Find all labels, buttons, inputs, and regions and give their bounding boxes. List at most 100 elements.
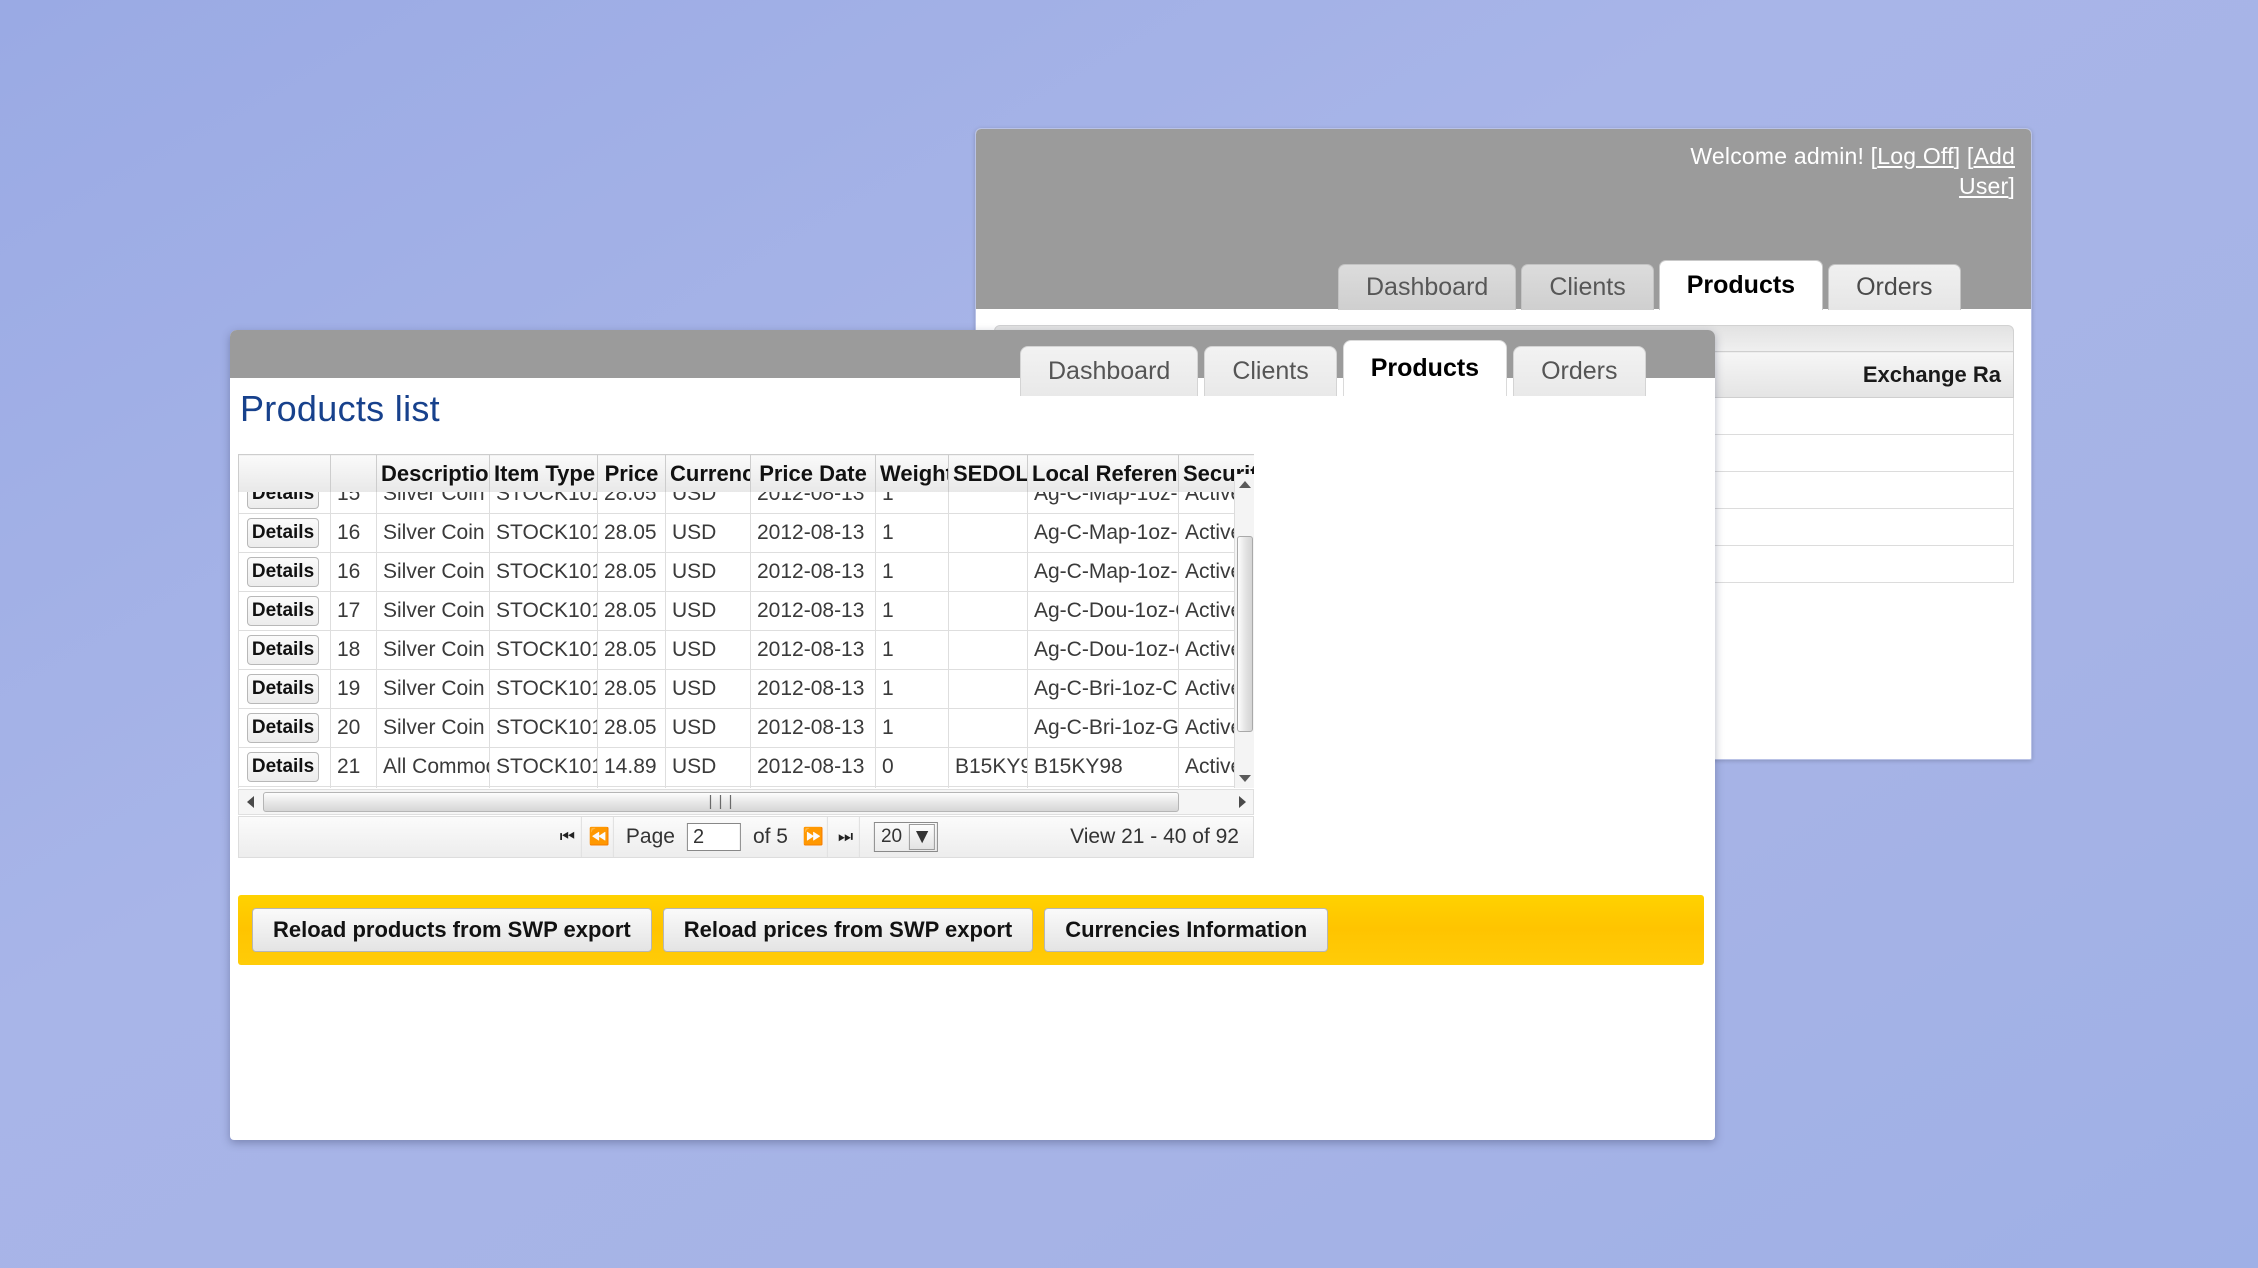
table-row[interactable]: Details 19 Silver Coin Brita STOCK1015 2…	[239, 670, 1255, 709]
last-page-icon[interactable]: ⏭	[832, 817, 860, 857]
column-item-type[interactable]: Item Type	[490, 455, 598, 493]
scroll-down-icon[interactable]	[1235, 768, 1255, 788]
details-button[interactable]: Details	[247, 635, 319, 665]
scroll-grip-icon: |||	[706, 794, 736, 811]
table-row[interactable]: Details 21 All Commoditie STOCK1018 14.8…	[239, 748, 1255, 787]
column-price[interactable]: Price	[598, 455, 666, 493]
grid-vertical-scrollbar[interactable]	[1234, 474, 1254, 788]
cell-price-date: 2012-08-13	[751, 631, 876, 670]
welcome-text: Welcome admin! [	[1690, 143, 1877, 169]
details-button[interactable]: Details	[247, 713, 319, 743]
products-grid: Details 15 Silver Coin Map STOCK1015 28.…	[238, 454, 1254, 788]
cell-currency: USD	[666, 553, 751, 592]
cell-item-type: STOCK1018	[490, 748, 598, 787]
grid-horizontal-scrollbar[interactable]: |||	[238, 789, 1254, 815]
column-description[interactable]: Description	[377, 455, 490, 493]
products-table: Details 15 Silver Coin Map STOCK1015 28.…	[238, 474, 1254, 788]
products-grid-header: Description Item Type Price Currency Pri…	[238, 454, 1254, 492]
cell-description: Silver Coin Dou	[377, 631, 490, 670]
cell-description: Silver Coin Map	[377, 553, 490, 592]
cell-price: 14.89	[598, 748, 666, 787]
cell-item-type: STOCK1015	[490, 709, 598, 748]
table-row[interactable]: Details 16 Silver Coin Map STOCK1015 28.…	[239, 514, 1255, 553]
scroll-right-icon[interactable]	[1231, 790, 1253, 814]
table-row[interactable]: Details 16 Silver Coin Map STOCK1015 28.…	[239, 553, 1255, 592]
products-list-window[interactable]: Dashboard Clients Products Orders Produc…	[230, 330, 1715, 1140]
cell-item-type: STOCK1015	[490, 631, 598, 670]
cell-item-type: STOCK1018	[490, 787, 598, 789]
background-tab-products[interactable]: Products	[1659, 260, 1823, 310]
cell-details: Details	[239, 709, 331, 748]
cell-price-date: 2012-08-13	[751, 514, 876, 553]
cell-price: 28.05	[598, 553, 666, 592]
tab-dashboard[interactable]: Dashboard	[1020, 346, 1198, 396]
table-row[interactable]: Details 18 Silver Coin Dou STOCK1015 28.…	[239, 631, 1255, 670]
column-local-reference[interactable]: Local Reference	[1028, 455, 1179, 493]
tab-clients[interactable]: Clients	[1204, 346, 1336, 396]
details-button[interactable]: Details	[247, 518, 319, 548]
cell-description: All Commoditie	[377, 748, 490, 787]
background-nav-tabs[interactable]: Dashboard Clients Products Orders	[1338, 260, 1966, 310]
cell-id: 20	[331, 709, 377, 748]
background-tab-dashboard[interactable]: Dashboard	[1338, 264, 1516, 310]
reload-prices-button[interactable]: Reload prices from SWP export	[663, 908, 1033, 952]
cell-description: Precious Metals	[377, 787, 490, 789]
cell-details: Details	[239, 787, 331, 789]
cell-id: 17	[331, 592, 377, 631]
cell-id: 18	[331, 631, 377, 670]
previous-page-icon[interactable]: ⏪	[586, 817, 614, 857]
cell-details: Details	[239, 748, 331, 787]
cell-price: 28.05	[598, 709, 666, 748]
cell-id: 16	[331, 553, 377, 592]
cell-local-reference: Ag-C-Bri-1oz-GSY	[1028, 709, 1179, 748]
details-button[interactable]: Details	[247, 596, 319, 626]
total-pages-label: of 5	[745, 825, 796, 849]
cell-item-type: STOCK1015	[490, 592, 598, 631]
cell-id: 19	[331, 670, 377, 709]
cell-id: 21	[331, 748, 377, 787]
table-row[interactable]: Details 22 Precious Metals STOCK1018 24.…	[239, 787, 1255, 789]
cell-local-reference: B15KY98	[1028, 748, 1179, 787]
next-page-icon[interactable]: ⏩	[800, 817, 828, 857]
column-sedol[interactable]: SEDOL	[949, 455, 1028, 493]
column-details	[239, 455, 331, 493]
scroll-up-icon[interactable]	[1235, 474, 1255, 494]
cell-item-type: STOCK1015	[490, 514, 598, 553]
record-range-label: View 21 - 40 of 92	[1070, 825, 1239, 849]
currencies-information-button[interactable]: Currencies Information	[1044, 908, 1328, 952]
reload-products-button[interactable]: Reload products from SWP export	[252, 908, 652, 952]
cell-local-reference: Ag-C-Dou-1oz-COL	[1028, 631, 1179, 670]
main-nav-tabs[interactable]: Dashboard Clients Products Orders	[1020, 330, 1652, 396]
details-button[interactable]: Details	[247, 674, 319, 704]
details-button[interactable]: Details	[247, 752, 319, 782]
cell-local-reference: Ag-C-Map-1oz-GSY	[1028, 553, 1179, 592]
tab-orders[interactable]: Orders	[1513, 346, 1645, 396]
cell-description: Silver Coin Map	[377, 514, 490, 553]
cell-details: Details	[239, 631, 331, 670]
column-id	[331, 455, 377, 493]
column-currency[interactable]: Currency	[666, 455, 751, 493]
cell-weight: 1	[876, 709, 949, 748]
log-off-link[interactable]: Log Off	[1877, 143, 1953, 169]
vertical-scroll-thumb[interactable]	[1237, 536, 1253, 732]
chevron-down-icon[interactable]: ▼	[909, 824, 935, 850]
header-row: Description Item Type Price Currency Pri…	[239, 455, 1255, 493]
first-page-icon[interactable]: ⏮	[554, 817, 582, 857]
page-size-value: 20	[881, 826, 907, 848]
column-weight[interactable]: Weight	[876, 455, 949, 493]
cell-weight: 1	[876, 670, 949, 709]
details-button[interactable]: Details	[247, 557, 319, 587]
table-row[interactable]: Details 20 Silver Coin Brita STOCK1015 2…	[239, 709, 1255, 748]
background-tab-clients[interactable]: Clients	[1521, 264, 1653, 310]
tab-products[interactable]: Products	[1343, 340, 1507, 396]
table-row[interactable]: Details 17 Silver Coin Dou STOCK1015 28.…	[239, 592, 1255, 631]
page-number-input[interactable]	[687, 823, 741, 851]
cell-currency: USD	[666, 670, 751, 709]
cell-weight: 0	[876, 787, 949, 789]
background-tab-orders[interactable]: Orders	[1828, 264, 1960, 310]
scroll-left-icon[interactable]	[239, 790, 261, 814]
cell-currency: USD	[666, 709, 751, 748]
page-size-select[interactable]: 20 ▼	[874, 822, 938, 852]
column-price-date[interactable]: Price Date	[751, 455, 876, 493]
horizontal-scroll-thumb[interactable]: |||	[263, 792, 1179, 812]
